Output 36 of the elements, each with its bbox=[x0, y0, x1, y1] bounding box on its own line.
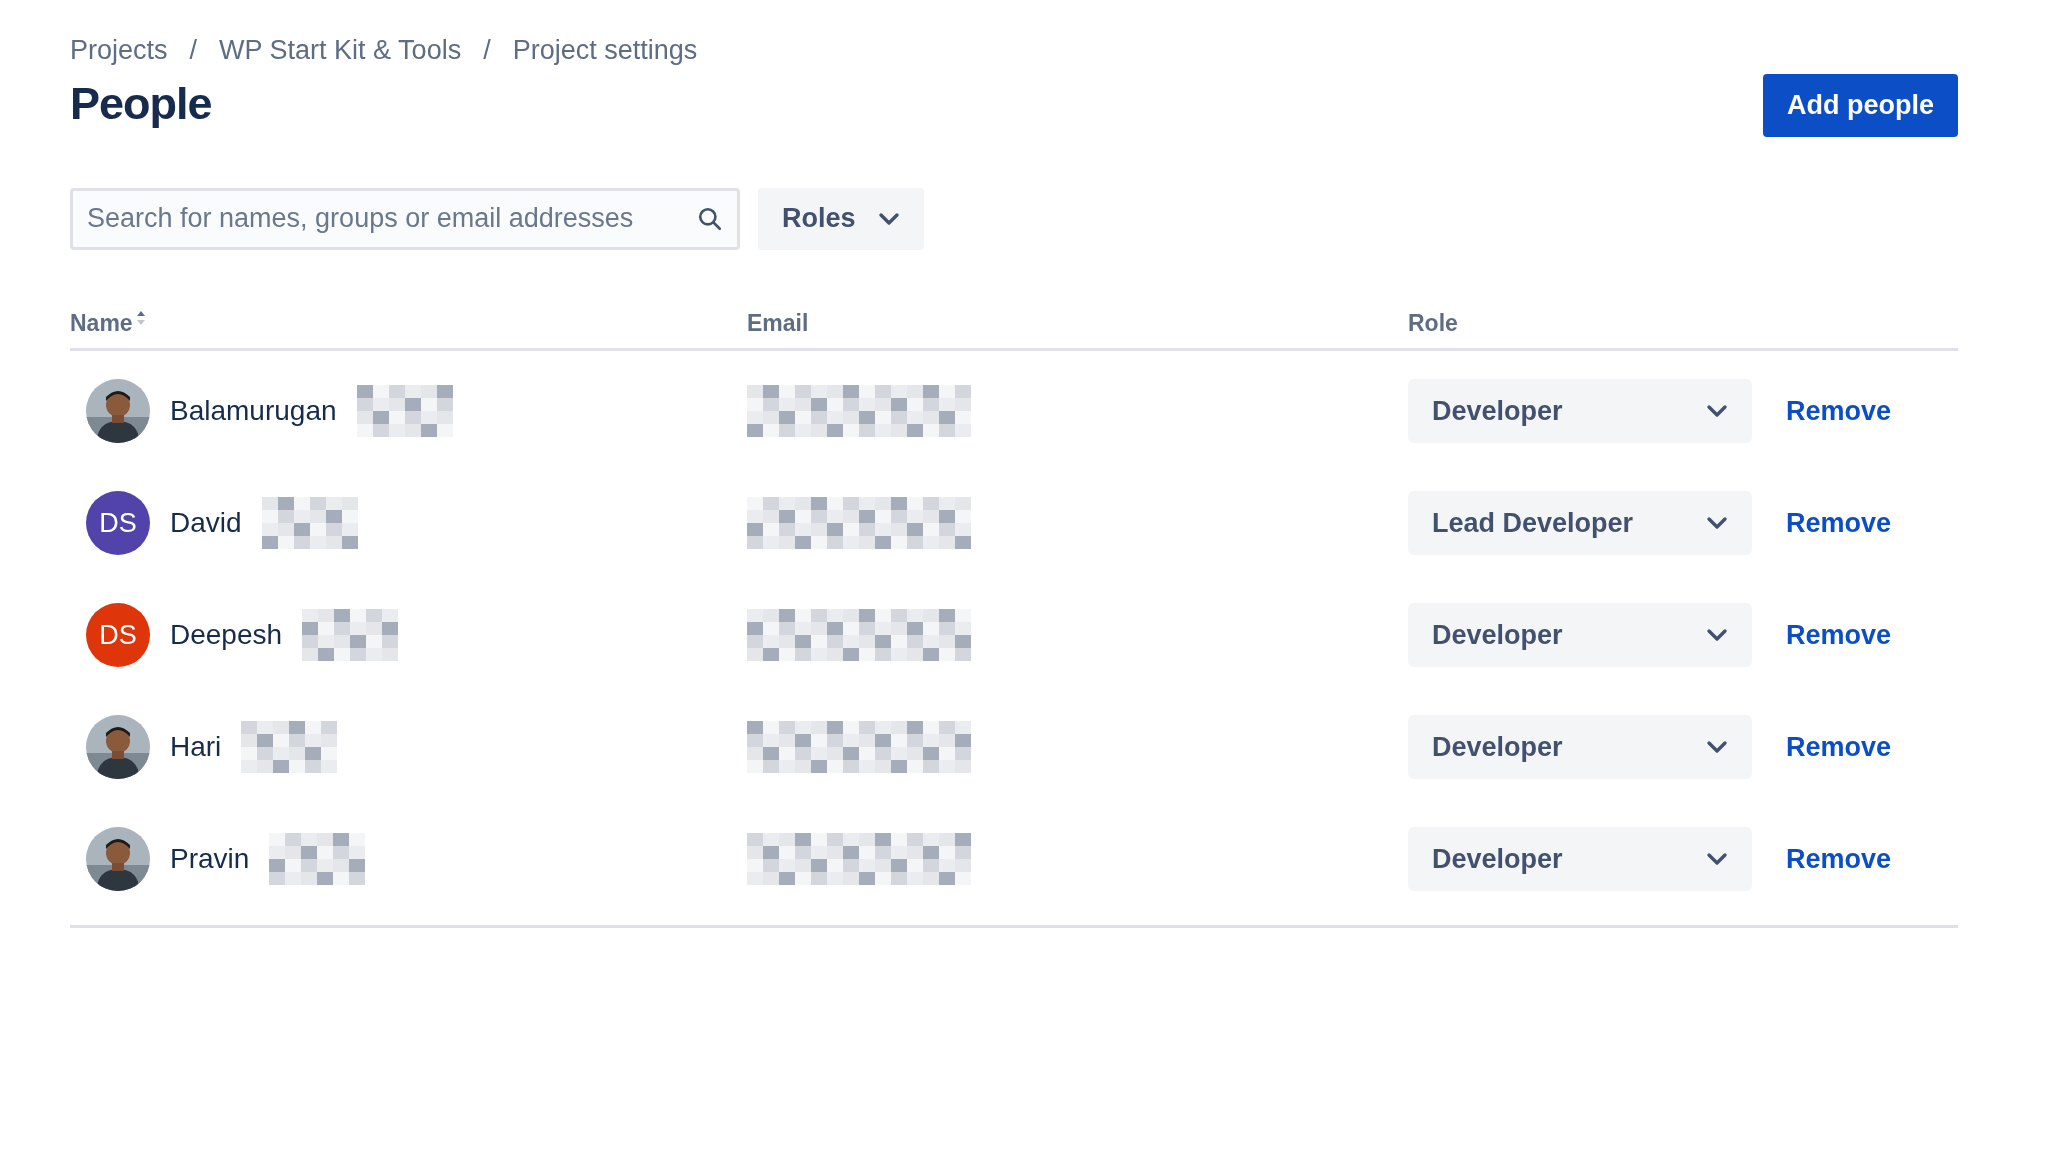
chevron-down-icon bbox=[1706, 628, 1728, 642]
role-dropdown[interactable]: Developer bbox=[1408, 379, 1752, 443]
search-field[interactable]: Search for names, groups or email addresses bbox=[70, 187, 740, 250]
person-name: Balamurugan bbox=[170, 394, 337, 428]
remove-link[interactable]: Remove bbox=[1786, 614, 1892, 656]
remove-link[interactable]: Remove bbox=[1786, 838, 1892, 880]
column-header[interactable]: Role bbox=[1408, 305, 1458, 340]
avatar: DS bbox=[86, 491, 150, 555]
breadcrumb-link[interactable]: Project settings bbox=[512, 29, 698, 71]
remove-link[interactable]: Remove bbox=[1786, 726, 1892, 768]
role-dropdown[interactable]: Lead Developer bbox=[1408, 491, 1752, 555]
search-icon bbox=[697, 205, 723, 232]
avatar: DS bbox=[86, 603, 150, 667]
breadcrumb-separator: / bbox=[189, 33, 198, 67]
column-header[interactable]: Email bbox=[747, 305, 809, 340]
remove-link[interactable]: Remove bbox=[1786, 390, 1892, 432]
person-name: Deepesh bbox=[170, 618, 283, 652]
person-name: Hari bbox=[170, 730, 222, 764]
chevron-down-icon bbox=[1706, 404, 1728, 418]
chevron-down-icon bbox=[1706, 740, 1728, 754]
chevron-down-icon bbox=[1706, 516, 1728, 530]
role-dropdown[interactable]: Developer bbox=[1408, 827, 1752, 891]
page-title: People bbox=[70, 77, 212, 131]
person-name: David bbox=[170, 506, 242, 540]
breadcrumb-separator: / bbox=[483, 33, 491, 67]
breadcrumb-link[interactable]: Projects bbox=[70, 29, 168, 71]
remove-link[interactable]: Remove bbox=[1786, 502, 1892, 544]
chevron-down-icon bbox=[877, 211, 900, 226]
breadcrumb-link[interactable]: WP Start Kit & Tools bbox=[219, 29, 462, 71]
chevron-down-icon bbox=[1706, 852, 1728, 866]
add-people-button[interactable]: Add people bbox=[1763, 74, 1958, 137]
role-dropdown[interactable]: Developer bbox=[1408, 715, 1752, 779]
column-header[interactable]: Name bbox=[70, 305, 147, 340]
person-name: Pravin bbox=[170, 842, 250, 876]
roles-dropdown[interactable]: Roles bbox=[758, 187, 924, 250]
role-dropdown[interactable]: Developer bbox=[1408, 603, 1752, 667]
